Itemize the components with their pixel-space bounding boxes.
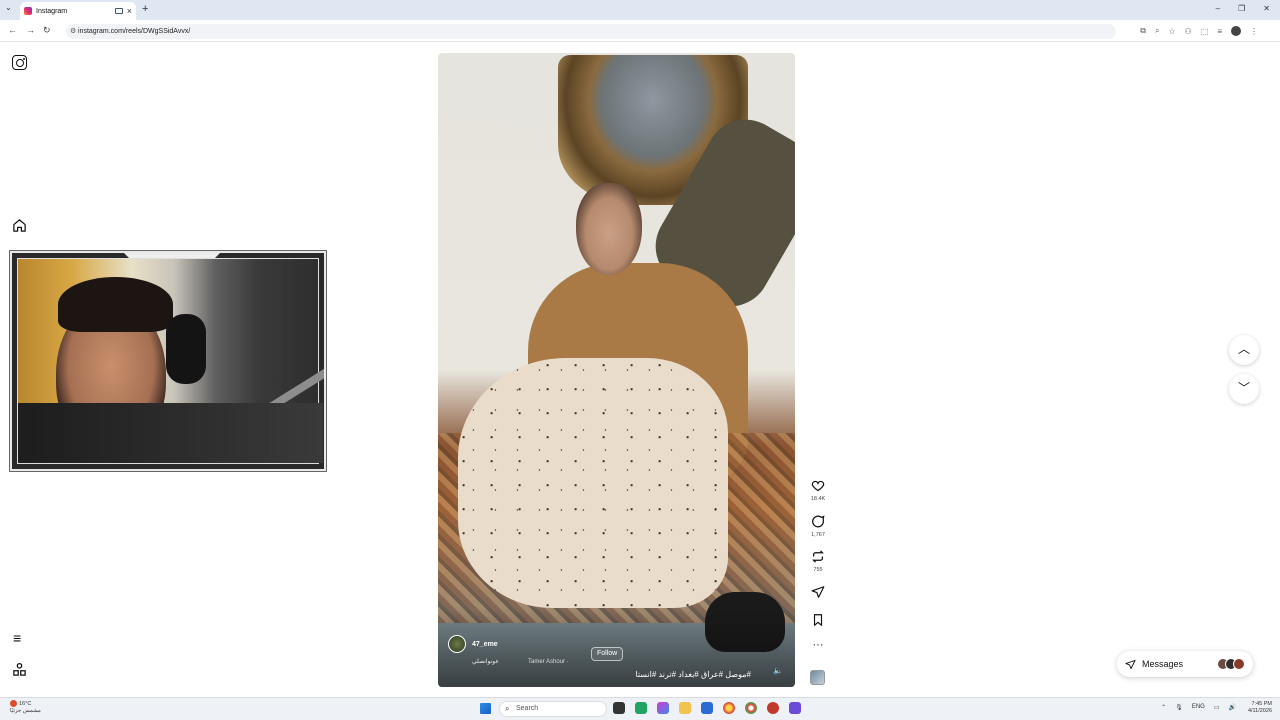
previous-reel-button[interactable]: ︿ xyxy=(1229,335,1259,365)
more-options-icon[interactable]: ··· xyxy=(806,639,830,651)
chevron-up-icon: ︿ xyxy=(1237,342,1250,356)
follow-button[interactable]: Follow xyxy=(591,647,624,661)
reel-audio-artist[interactable]: Tamer Ashour · xyxy=(528,659,569,665)
search-placeholder: Search xyxy=(516,705,539,712)
reel-author[interactable]: 47_eme xyxy=(448,635,498,653)
back-button[interactable]: ← xyxy=(8,25,17,35)
mic-icon[interactable]: 🎙 xyxy=(1175,704,1183,711)
instagram-logo-icon[interactable] xyxy=(12,55,27,70)
taskbar-search[interactable]: ⌕ Search xyxy=(499,701,607,717)
address-bar-row: ← → ↻ ⚙ instagram.com/reels/DWgSSidAvvx/… xyxy=(0,20,1280,42)
chrome-icon[interactable] xyxy=(723,702,735,714)
mute-icon[interactable]: 🔈 xyxy=(773,666,783,675)
taskbar-apps xyxy=(613,702,801,714)
reel-caption[interactable]: #موصل #عراق #بغداد #ترند #انستا xyxy=(635,670,751,679)
minimize-button[interactable]: – xyxy=(1216,4,1220,13)
browser-tab-strip: ⌄ Instagram × + – ❐ ✕ xyxy=(0,0,1280,20)
search-icon: ⌕ xyxy=(505,704,510,713)
avatar xyxy=(1233,658,1245,670)
video-blanket xyxy=(458,358,728,608)
weather-widget[interactable]: 16°C مشمس جزئيًا xyxy=(10,700,41,715)
messages-label: Messages xyxy=(1142,659,1184,669)
restore-button[interactable]: ❐ xyxy=(1238,4,1245,13)
weather-temp: 16°C xyxy=(19,700,32,707)
weather-desc: مشمس جزئيًا xyxy=(10,707,41,714)
system-tray: ⌃ 🎙 ENG ▭ 🔊 xyxy=(1161,704,1236,711)
messages-button[interactable]: Messages xyxy=(1117,651,1253,677)
chrome-active-icon[interactable] xyxy=(745,702,757,714)
window-controls: – ❐ ✕ xyxy=(1216,4,1270,13)
repost-count: 755 xyxy=(813,567,823,573)
author-username[interactable]: 47_eme xyxy=(472,641,498,648)
url-text: instagram.com/reels/DWgSSidAvvx/ xyxy=(78,28,191,35)
media-icon[interactable]: ≡ xyxy=(1217,27,1222,36)
close-window-button[interactable]: ✕ xyxy=(1263,4,1270,13)
site-info-icon[interactable]: ⚙ xyxy=(70,24,76,39)
zoom-icon[interactable]: ⌕ xyxy=(1155,26,1159,36)
profile-avatar[interactable] xyxy=(1231,26,1241,36)
video-person-head xyxy=(576,183,642,275)
url-field[interactable]: ⚙ instagram.com/reels/DWgSSidAvvx/ xyxy=(66,24,1116,39)
author-avatar[interactable] xyxy=(448,635,466,653)
webcam-video xyxy=(17,258,324,464)
reel-audio-label[interactable]: عونوانصلي xyxy=(472,658,499,665)
app-icon[interactable] xyxy=(767,702,779,714)
store-icon[interactable] xyxy=(701,702,713,714)
weather-icon xyxy=(10,700,17,707)
app-icon[interactable] xyxy=(635,702,647,714)
app-icon[interactable] xyxy=(657,702,669,714)
windows-start-icon[interactable] xyxy=(480,703,491,714)
tab-title: Instagram xyxy=(36,7,68,15)
messages-send-icon xyxy=(1125,659,1136,669)
install-app-icon[interactable]: ⧉ xyxy=(1140,26,1146,36)
tab-instagram[interactable]: Instagram × xyxy=(20,2,136,20)
discord-icon[interactable] xyxy=(789,702,801,714)
chevron-down-icon: ﹀ xyxy=(1237,381,1250,395)
tab-sharing-icon xyxy=(114,8,123,14)
browser-menu-icon[interactable]: ⋮ xyxy=(1250,27,1258,36)
webcam-headset xyxy=(166,314,206,384)
home-icon[interactable] xyxy=(12,218,27,233)
tray-chevron-icon[interactable]: ⌃ xyxy=(1161,704,1166,711)
share-send-icon[interactable] xyxy=(806,585,830,599)
more-apps-icon[interactable] xyxy=(12,662,27,677)
webcam-hair xyxy=(58,277,173,332)
like-count: 18.4K xyxy=(810,496,826,502)
volume-icon[interactable]: 🔊 xyxy=(1229,704,1236,711)
messages-avatars xyxy=(1217,658,1245,670)
task-view-icon[interactable] xyxy=(613,702,625,714)
reel-video[interactable]: 47_eme عونوانصلي Tamer Ashour · Follow #… xyxy=(438,53,795,687)
clock-date: 4/11/2026 xyxy=(1247,708,1272,714)
comment-icon[interactable] xyxy=(806,514,830,529)
webcam-shirt xyxy=(18,403,323,463)
next-reel-button[interactable]: ﹀ xyxy=(1229,374,1259,404)
taskbar-clock[interactable]: 7:45 PM 4/11/2026 xyxy=(1248,701,1272,715)
windows-taskbar: 16°C مشمس جزئيًا ⌕ Search ⌃ 🎙 ENG ▭ 🔊 7:… xyxy=(0,697,1280,720)
instagram-favicon-icon xyxy=(24,7,32,15)
comment-count: 1,767 xyxy=(811,532,825,538)
close-tab-button[interactable]: × xyxy=(127,6,132,16)
forward-button[interactable]: → xyxy=(26,25,35,35)
extension-icon[interactable]: ⚇ xyxy=(1185,27,1192,36)
address-bar-actions: ⧉ ⌕ ☆ ⚇ ⬚ ≡ ⋮ xyxy=(1140,26,1258,36)
language-indicator[interactable]: ENG xyxy=(1192,704,1205,711)
reload-button[interactable]: ↻ xyxy=(43,25,51,36)
menu-hamburger-icon[interactable]: ≡ xyxy=(13,631,21,645)
file-explorer-icon[interactable] xyxy=(679,702,691,714)
tab-search-icon[interactable]: ⌄ xyxy=(5,3,12,12)
save-bookmark-icon[interactable] xyxy=(806,613,830,627)
network-icon[interactable]: ▭ xyxy=(1214,704,1220,711)
streamer-webcam-overlay xyxy=(9,250,327,472)
new-tab-button[interactable]: + xyxy=(142,3,148,15)
like-heart-icon[interactable] xyxy=(806,478,830,493)
bookmark-star-icon[interactable]: ☆ xyxy=(1168,27,1175,36)
clock-time: 7:45 PM xyxy=(1251,701,1272,707)
repost-icon[interactable] xyxy=(806,549,830,564)
extensions-puzzle-icon[interactable]: ⬚ xyxy=(1201,27,1209,36)
audio-thumbnail[interactable] xyxy=(810,670,825,685)
